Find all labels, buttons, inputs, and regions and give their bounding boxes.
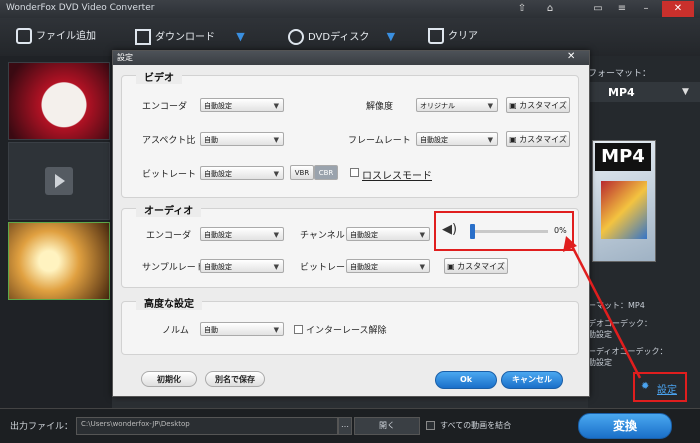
annotation-arrow (563, 236, 642, 379)
